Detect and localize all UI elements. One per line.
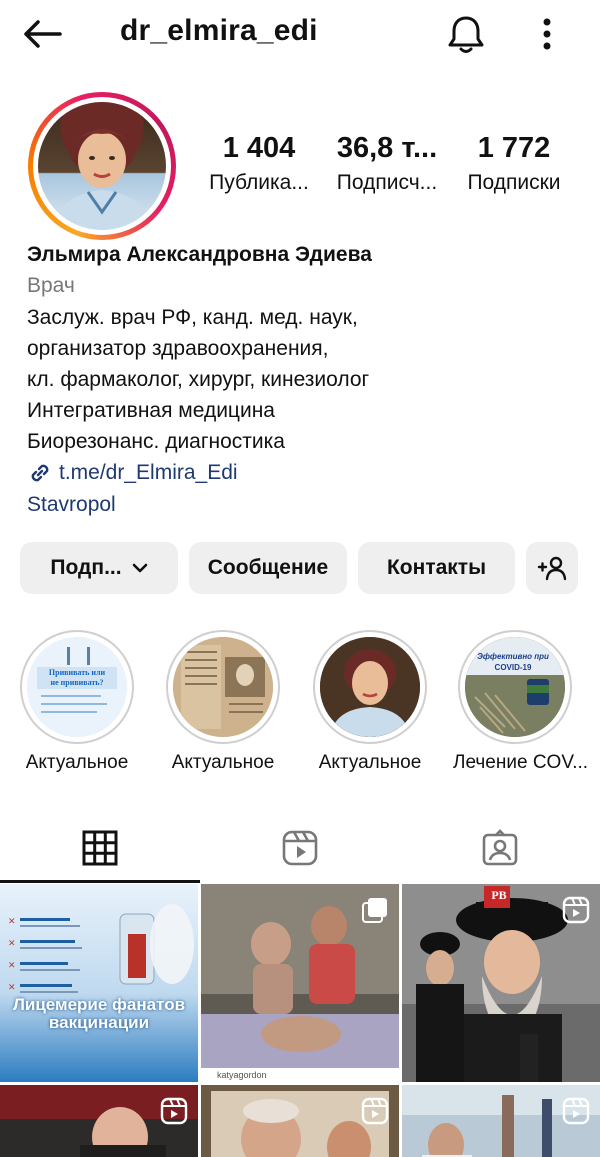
chevron-down-icon xyxy=(132,563,147,573)
more-options-button[interactable] xyxy=(532,12,562,56)
contacts-button-label: Контакты xyxy=(386,556,487,579)
highlight-cover xyxy=(320,637,420,737)
svg-text:Прививать или: Прививать или xyxy=(49,668,106,677)
svg-text:COVID-19: COVID-19 xyxy=(495,663,532,672)
svg-text:Эффективно при: Эффективно при xyxy=(477,652,549,661)
reel-icon xyxy=(562,1097,590,1125)
highlight-item[interactable]: Актуальное xyxy=(308,630,432,774)
posts-count[interactable]: 1 404 Публика... xyxy=(200,132,318,195)
following-dropdown-button[interactable]: Подп... xyxy=(20,542,178,594)
highlight-label: Лечение COV... xyxy=(453,752,589,773)
arrow-left-icon xyxy=(24,20,62,48)
followers-count[interactable]: 36,8 т... Подписч... xyxy=(328,132,446,195)
post-caption-overlay: Лицемерие фанатов вакцинации xyxy=(12,995,186,1032)
posts-grid: ✕ ✕ ✕ ✕ Лицемерие фанатов вакцинации kat… xyxy=(0,884,600,1157)
bio-location[interactable]: Stavropol xyxy=(27,489,587,521)
highlight-item[interactable]: Прививать или не прививать? Актуальное xyxy=(15,630,139,774)
highlight-item[interactable]: Эффективно при COVID-19 Лечение COV... xyxy=(453,630,589,774)
following-count[interactable]: 1 772 Подписки xyxy=(456,132,572,195)
highlight-label: Актуальное xyxy=(171,752,275,773)
bio-link-text: t.me/dr_Elmira_Edi xyxy=(59,461,238,484)
bio-line: кл. фармаколог, хирург, кинезиолог xyxy=(27,368,370,391)
profile-category: Врач xyxy=(27,274,75,297)
suggested-users-button[interactable] xyxy=(526,542,578,594)
post-thumbnail[interactable] xyxy=(201,1085,399,1157)
post-thumbnail[interactable]: katyagordon xyxy=(201,884,399,1082)
svg-text:✕: ✕ xyxy=(8,938,16,948)
reels-icon xyxy=(282,830,318,866)
reel-icon xyxy=(562,896,590,924)
active-tab-indicator xyxy=(0,880,200,883)
grid-icon xyxy=(82,830,118,866)
svg-text:не прививать?: не прививать? xyxy=(50,678,103,687)
reel-icon xyxy=(361,1097,389,1125)
post-credit: katyagordon xyxy=(217,1070,267,1080)
highlight-cover: Прививать или не прививать? xyxy=(27,637,127,737)
post-thumbnail[interactable] xyxy=(402,1085,600,1157)
message-button[interactable]: Сообщение xyxy=(189,542,347,594)
back-button[interactable] xyxy=(22,14,70,54)
highlight-label: Актуальное xyxy=(318,752,422,773)
post-thumbnail[interactable]: ✕ ✕ ✕ ✕ Лицемерие фанатов вакцинации xyxy=(0,884,198,1082)
link-icon xyxy=(31,464,49,482)
post-thumbnail[interactable] xyxy=(0,1085,198,1157)
tab-tagged[interactable] xyxy=(400,816,600,880)
tab-reels[interactable] xyxy=(200,816,400,880)
highlight-cover xyxy=(173,637,273,737)
profile-stats: 1 404 Публика... 36,8 т... Подписч... 1 … xyxy=(200,132,580,212)
post-badge-text: PB xyxy=(491,888,507,902)
tab-posts-grid[interactable] xyxy=(0,816,200,880)
bell-icon xyxy=(448,16,484,53)
svg-text:✕: ✕ xyxy=(8,916,16,926)
post-thumbnail[interactable]: PB xyxy=(402,884,600,1082)
highlight-label: Актуальное xyxy=(25,752,129,773)
highlight-cover: Эффективно при COVID-19 xyxy=(465,637,565,737)
more-vertical-icon xyxy=(543,18,551,50)
svg-text:✕: ✕ xyxy=(8,960,16,970)
message-button-label: Сообщение xyxy=(207,556,329,579)
profile-full-name: Эльмира Александровна Эдиева xyxy=(27,243,372,266)
profile-tabs xyxy=(0,816,600,884)
notifications-button[interactable] xyxy=(444,12,488,56)
bio-link[interactable]: t.me/dr_Elmira_Edi xyxy=(27,457,587,489)
tagged-user-icon xyxy=(482,829,518,866)
avatar xyxy=(38,102,166,230)
multi-photo-icon xyxy=(361,896,389,924)
following-button-label: Подп... xyxy=(50,556,122,579)
profile-avatar-ring[interactable] xyxy=(28,92,176,240)
svg-text:✕: ✕ xyxy=(8,982,16,992)
reel-icon xyxy=(160,1097,188,1125)
contacts-button[interactable]: Контакты xyxy=(358,542,515,594)
bio-line: Интегративная медицина xyxy=(27,399,275,422)
bio-line: Заслуж. врач РФ, канд. мед. наук, xyxy=(27,306,358,329)
bio-line: организатор здравоохранения, xyxy=(27,337,329,360)
bio-line: Биорезонанс. диагностика xyxy=(27,430,285,453)
profile-username: dr_elmira_edi xyxy=(120,14,318,47)
profile-bio: Эльмира Александровна Эдиева Врач Заслуж… xyxy=(27,240,587,521)
highlight-item[interactable]: Актуальное xyxy=(161,630,285,774)
add-user-icon xyxy=(537,556,567,581)
top-bar: dr_elmira_edi xyxy=(0,0,600,68)
